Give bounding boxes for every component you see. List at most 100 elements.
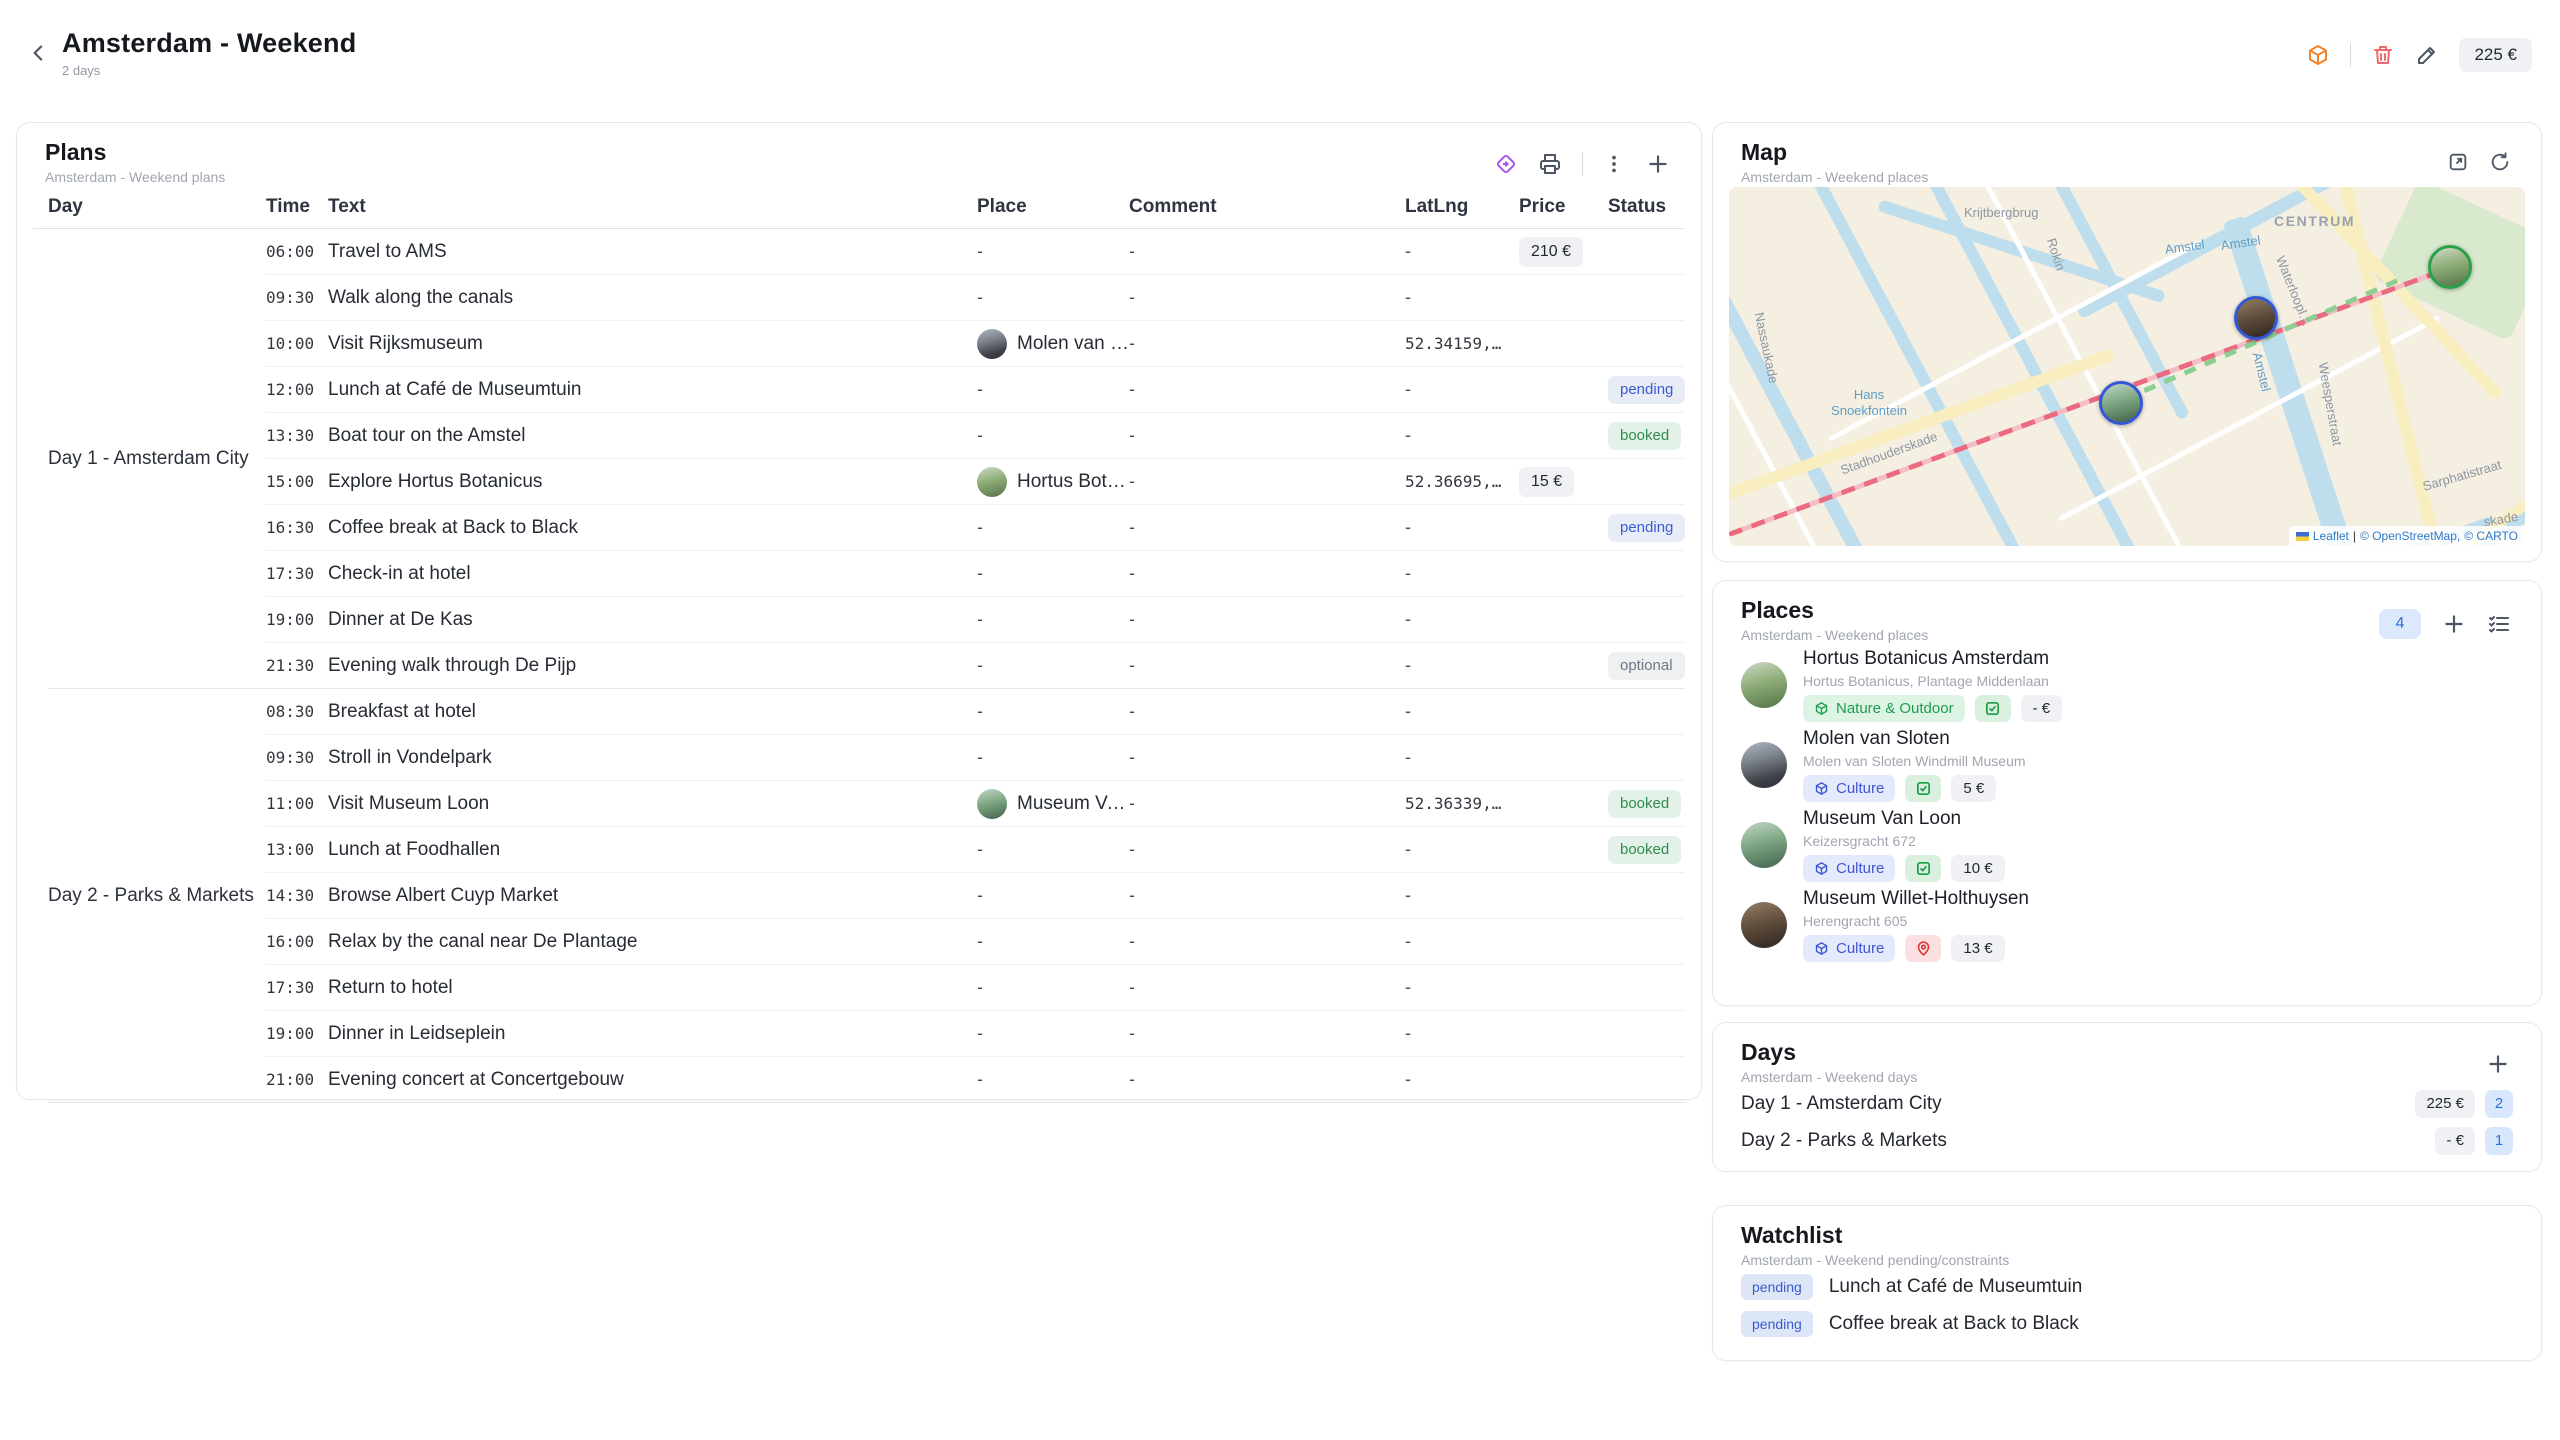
plan-row[interactable]: 19:00 Dinner in Leidseplein - - -: [266, 1010, 1685, 1056]
cell-time: 19:00: [266, 1024, 328, 1043]
plan-row[interactable]: 16:30 Coffee break at Back to Black - - …: [266, 504, 1685, 550]
more-menu-button[interactable]: [1603, 153, 1625, 175]
package-button[interactable]: [2306, 43, 2330, 67]
back-button[interactable]: [26, 40, 52, 66]
place-name: Molen van …: [1017, 333, 1129, 355]
package-icon: [1814, 941, 1829, 956]
plan-row[interactable]: 06:00 Travel to AMS - - - 210 €: [266, 229, 1685, 274]
leaflet-flag-icon: [2296, 532, 2309, 541]
plan-row[interactable]: 08:30 Breakfast at hotel - - -: [266, 689, 1685, 734]
cell-text: Breakfast at hotel: [328, 701, 977, 723]
plan-row[interactable]: 13:00 Lunch at Foodhallen - - - booked: [266, 826, 1685, 872]
cell-time: 10:00: [266, 334, 328, 353]
place-status-pill[interactable]: [1905, 775, 1941, 802]
map-street-label: Hans Snoekfontein: [1821, 387, 1917, 420]
plan-row[interactable]: 21:00 Evening concert at Concertgebouw -…: [266, 1056, 1685, 1102]
place-photo: [1741, 742, 1787, 788]
watchlist-item[interactable]: pending Lunch at Café de Museumtuin: [1741, 1268, 2513, 1305]
refresh-map-button[interactable]: [2489, 151, 2511, 173]
cell-place: Museum Va…: [977, 789, 1129, 819]
plan-row[interactable]: 15:00 Explore Hortus Botanicus Hortus Bo…: [266, 458, 1685, 504]
plan-row[interactable]: 09:30 Stroll in Vondelpark - - -: [266, 734, 1685, 780]
cell-text: Check-in at hotel: [328, 563, 977, 585]
plan-row[interactable]: 21:30 Evening walk through De Pijp - - -…: [266, 642, 1685, 688]
cell-comment: -: [1129, 471, 1405, 492]
map-attribution: Leaflet | © OpenStreetMap, © CARTO: [2289, 526, 2525, 546]
add-plan-button[interactable]: [1645, 151, 1671, 177]
cell-status: booked: [1608, 422, 1685, 450]
cell-place: Hortus Bota…: [977, 467, 1129, 497]
place-status-pill[interactable]: [1975, 695, 2011, 722]
place-status-pill[interactable]: [1905, 855, 1941, 882]
cell-time: 13:30: [266, 426, 328, 445]
package-icon: [1814, 861, 1829, 876]
edit-button[interactable]: [2415, 43, 2439, 67]
cell-place: -: [977, 931, 1129, 952]
carto-link[interactable]: © CARTO: [2464, 529, 2518, 543]
map-place-marker[interactable]: [2428, 245, 2472, 289]
column-header-place: Place: [977, 196, 1129, 218]
watchlist-item-text: Coffee break at Back to Black: [1829, 1313, 2079, 1335]
status-badge: pending: [1608, 376, 1685, 404]
osm-link[interactable]: © OpenStreetMap,: [2360, 529, 2460, 543]
plan-row[interactable]: 17:30 Check-in at hotel - - -: [266, 550, 1685, 596]
cell-comment: -: [1129, 655, 1405, 676]
days-subtitle: Amsterdam - Weekend days: [1741, 1069, 2513, 1085]
cell-comment: -: [1129, 379, 1405, 400]
cell-comment: -: [1129, 839, 1405, 860]
plan-row[interactable]: 12:00 Lunch at Café de Museumtuin - - - …: [266, 366, 1685, 412]
watchlist-item[interactable]: pending Coffee break at Back to Black: [1741, 1305, 2513, 1342]
plan-row[interactable]: 17:30 Return to hotel - - -: [266, 964, 1685, 1010]
plan-row[interactable]: 10:00 Visit Rijksmuseum Molen van … - 52…: [266, 320, 1685, 366]
place-name: Museum Van Loon: [1803, 808, 2513, 830]
cell-text: Evening concert at Concertgebouw: [328, 1069, 977, 1091]
status-badge: booked: [1608, 790, 1681, 818]
day-label: Day 2 - Parks & Markets: [1741, 1130, 2435, 1152]
plan-row[interactable]: 16:00 Relax by the canal near De Plantag…: [266, 918, 1685, 964]
leaflet-link[interactable]: Leaflet: [2313, 529, 2349, 543]
add-day-button[interactable]: [2485, 1051, 2511, 1077]
watchlist-header: Watchlist Amsterdam - Weekend pending/co…: [1713, 1206, 2541, 1268]
map-canvas[interactable]: KrijtbergbrugRokinCENTRUMAmstelAmstelWat…: [1729, 187, 2525, 546]
kebab-menu-icon: [1603, 153, 1625, 175]
cell-text: Dinner in Leidseplein: [328, 1023, 977, 1045]
package-icon: [1814, 701, 1829, 716]
select-places-button[interactable]: [2487, 612, 2511, 636]
day-badges: 225 € 2: [2415, 1090, 2513, 1118]
delete-button[interactable]: [2371, 43, 2395, 67]
place-dash: -: [977, 931, 983, 952]
map-place-marker[interactable]: [2099, 381, 2143, 425]
expand-map-button[interactable]: [2447, 151, 2469, 173]
place-photo: [1741, 822, 1787, 868]
cell-time: 16:30: [266, 518, 328, 537]
add-place-button[interactable]: [2441, 611, 2467, 637]
plan-row[interactable]: 14:30 Browse Albert Cuyp Market - - -: [266, 872, 1685, 918]
place-dash: -: [977, 425, 983, 446]
place-list-item[interactable]: Hortus Botanicus Amsterdam Hortus Botani…: [1741, 645, 2513, 725]
map-place-marker[interactable]: [2234, 296, 2278, 340]
cell-comment: -: [1129, 747, 1405, 768]
place-list-item[interactable]: Museum Van Loon Keizersgracht 672 Cultur…: [1741, 805, 2513, 885]
top-bar-actions: 225 €: [2306, 38, 2532, 72]
group-rows: 06:00 Travel to AMS - - - 210 € 09:30 Wa…: [266, 229, 1685, 688]
place-list-item[interactable]: Museum Willet-Holthuysen Herengracht 605…: [1741, 885, 2513, 965]
place-status-pill[interactable]: [1905, 935, 1941, 962]
cell-text: Walk along the canals: [328, 287, 977, 309]
day-list-item[interactable]: Day 1 - Amsterdam City 225 € 2: [1741, 1085, 2513, 1122]
place-price-badge: 13 €: [1951, 935, 2004, 962]
plan-row[interactable]: 13:30 Boat tour on the Amstel - - - book…: [266, 412, 1685, 458]
map-toolbar: [2447, 151, 2511, 173]
cell-text: Evening walk through De Pijp: [328, 655, 977, 677]
day-count-badge: 2: [2485, 1090, 2513, 1118]
plan-row[interactable]: 11:00 Visit Museum Loon Museum Va… - 52.…: [266, 780, 1685, 826]
day-list-item[interactable]: Day 2 - Parks & Markets - € 1: [1741, 1122, 2513, 1159]
plan-row[interactable]: 19:00 Dinner at De Kas - - -: [266, 596, 1685, 642]
plan-row[interactable]: 09:30 Walk along the canals - - -: [266, 274, 1685, 320]
plans-title: Plans: [45, 139, 1673, 166]
cell-place: -: [977, 425, 1129, 446]
route-button[interactable]: [1494, 152, 1518, 176]
day-group-label: Day 2 - Parks & Markets: [48, 689, 266, 1102]
print-button[interactable]: [1538, 152, 1562, 176]
place-list-item[interactable]: Molen van Sloten Molen van Sloten Windmi…: [1741, 725, 2513, 805]
cell-status: optional: [1608, 652, 1685, 680]
